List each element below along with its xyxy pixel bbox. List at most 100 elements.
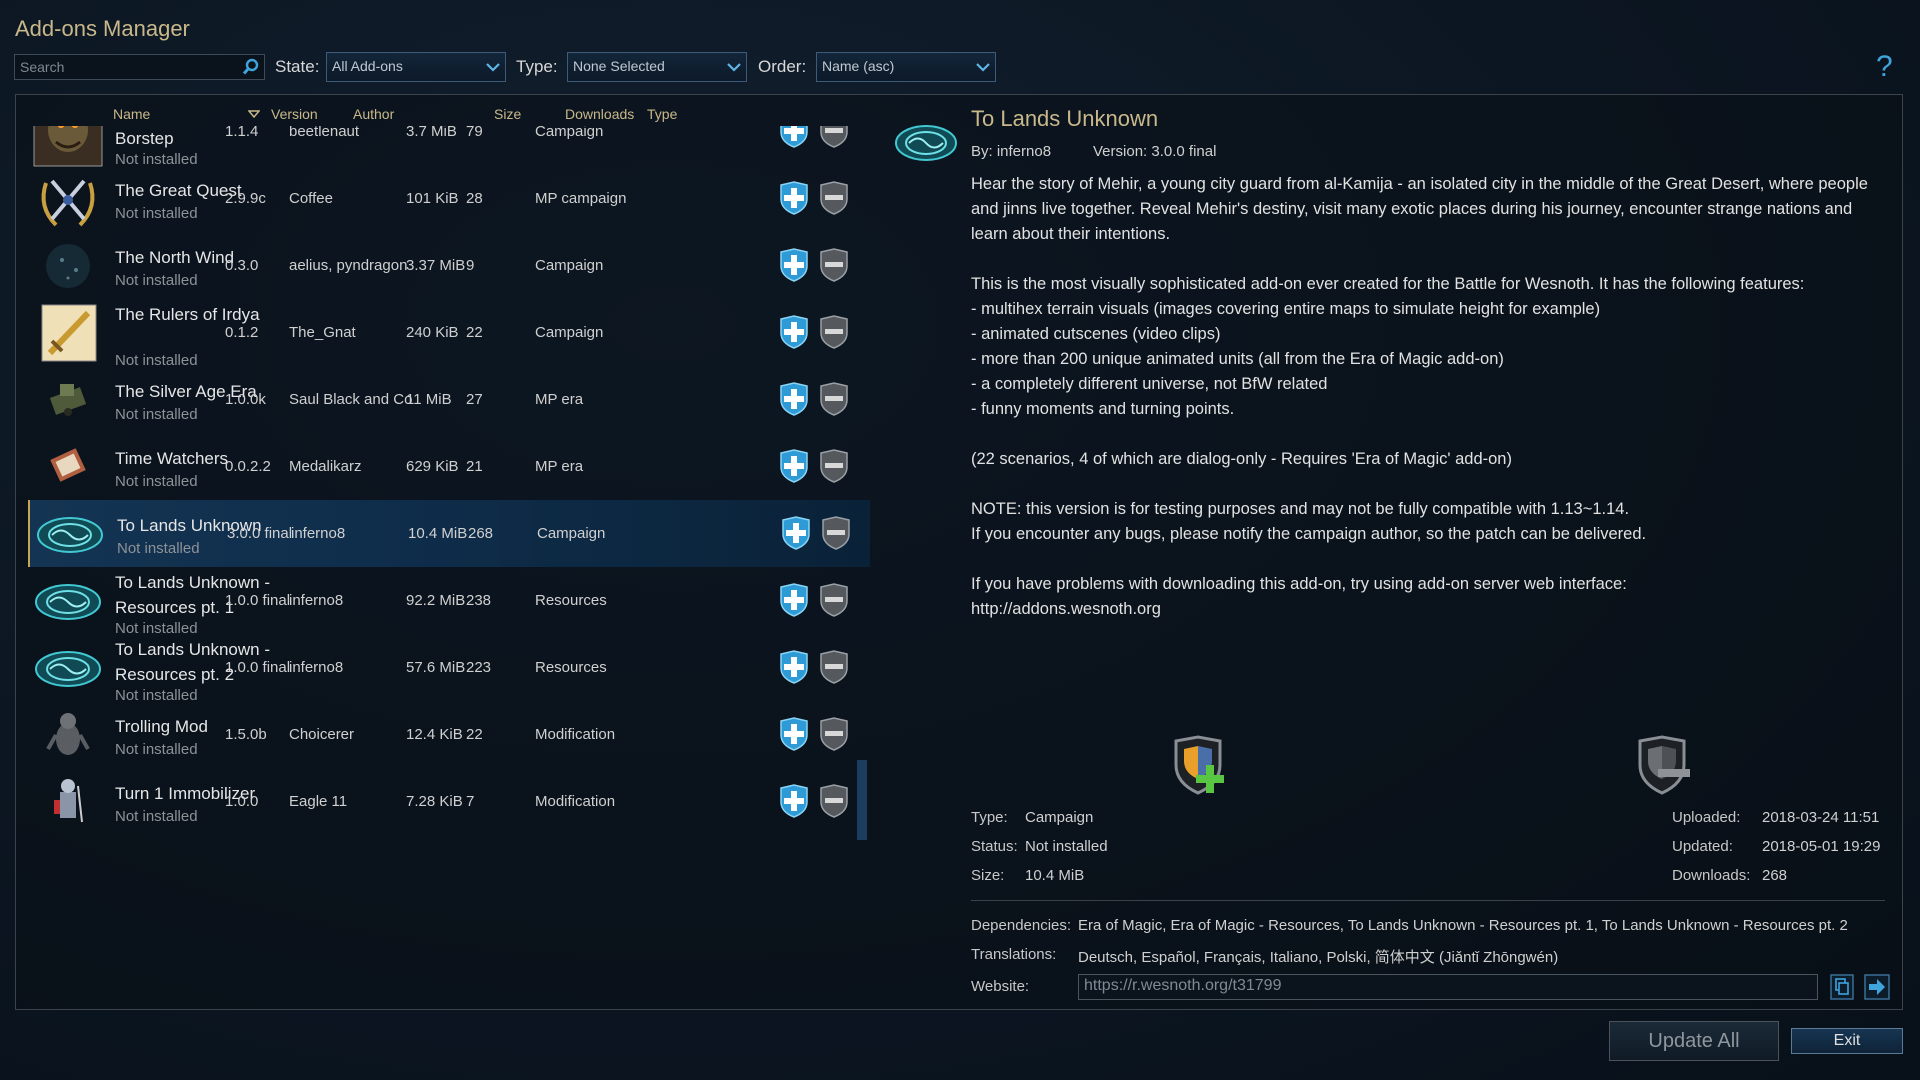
dependencies-value: Era of Magic, Era of Magic - Resources, … xyxy=(1078,917,1848,934)
description-line: http://addons.wesnoth.org xyxy=(971,600,1161,618)
install-button[interactable] xyxy=(779,181,809,215)
addon-row[interactable]: The Silver Age Era Not installed 1.0.0k Sau… xyxy=(28,366,870,433)
addon-row[interactable]: Time Watchers Not installed 0.0.2.2 Medalik… xyxy=(28,433,870,500)
addon-type: Modification xyxy=(535,726,616,743)
open-link-arrow-icon[interactable] xyxy=(1864,974,1890,1000)
addon-downloads: 28 xyxy=(466,190,483,207)
install-shield-button[interactable] xyxy=(1172,735,1228,797)
exit-button[interactable]: Exit xyxy=(1791,1028,1903,1054)
addon-author: inferno8 xyxy=(289,659,344,676)
addon-status: Not installed xyxy=(115,272,198,289)
addon-row[interactable]: The North Wind Not installed 0.3.0 aelius, … xyxy=(28,232,870,299)
uninstall-button[interactable] xyxy=(819,784,849,818)
addon-downloads: 268 xyxy=(468,525,494,542)
addon-row[interactable]: The Rulers of Irdya Not installed 0.1.2 The… xyxy=(28,299,870,369)
description-line xyxy=(971,247,1891,272)
description-line: This is the most visually sophisticated … xyxy=(971,275,1805,293)
search-input[interactable] xyxy=(15,55,235,79)
uninstall-button[interactable] xyxy=(819,126,849,148)
addon-row[interactable]: To Lands Unknown Not installed 3.0.0 final… xyxy=(28,500,870,567)
column-header-version[interactable]: Version xyxy=(271,106,318,122)
uninstall-button[interactable] xyxy=(819,382,849,416)
addon-author: aelius, pyndragon xyxy=(289,257,408,274)
book-unit-icon xyxy=(50,448,86,482)
list-scrollbar[interactable] xyxy=(857,760,867,840)
addon-author: Medalikarz xyxy=(289,458,362,475)
description-line: - multihex terrain visuals (images cover… xyxy=(971,300,1601,318)
uninstall-button[interactable] xyxy=(819,248,849,282)
type-meta-label: Type: xyxy=(971,809,1008,826)
state-dropdown[interactable]: All Add-ons xyxy=(326,52,506,82)
column-header-name[interactable]: Name xyxy=(113,106,150,122)
addon-author: Eagle 11 xyxy=(289,793,348,810)
addon-downloads: 27 xyxy=(466,391,483,408)
status-meta-value: Not installed xyxy=(1025,838,1108,855)
translations-label: Translations: xyxy=(971,946,1057,963)
addon-author: The_Gnat xyxy=(289,324,356,341)
description-line: NOTE: this version is for testing purpos… xyxy=(971,500,1630,518)
addon-size: 629 KiB xyxy=(406,458,459,475)
addon-version: 1.0.0 final xyxy=(225,592,291,609)
troll-unit-icon xyxy=(46,713,90,755)
install-button[interactable] xyxy=(779,126,809,148)
website-field[interactable]: https://r.wesnoth.org/t31799 xyxy=(1078,974,1818,1000)
addon-row[interactable]: The Great Quest Not installed 2.9.9c Coffee… xyxy=(28,165,870,232)
help-button[interactable]: ? xyxy=(1876,50,1898,84)
install-button[interactable] xyxy=(779,583,809,617)
uninstall-button[interactable] xyxy=(821,516,851,550)
details-description: Hear the story of Mehir, a young city gu… xyxy=(971,172,1891,622)
install-button[interactable] xyxy=(779,784,809,818)
addon-status: Not installed xyxy=(115,406,198,423)
details-author: By: inferno8 xyxy=(971,143,1052,160)
column-header-downloads[interactable]: Downloads xyxy=(565,106,634,122)
search-field[interactable] xyxy=(14,54,265,80)
addon-downloads: 21 xyxy=(466,458,483,475)
install-button[interactable] xyxy=(779,315,809,349)
addon-size: 240 KiB xyxy=(406,324,459,341)
install-button[interactable] xyxy=(779,382,809,416)
order-dropdown[interactable]: Name (asc) xyxy=(816,52,996,82)
install-button[interactable] xyxy=(779,717,809,751)
updated-meta-label: Updated: xyxy=(1672,838,1733,855)
addon-row[interactable]: Trolling Mod Not installed 1.5.0b Choicerer… xyxy=(28,701,870,768)
addon-version: 3.0.0 final xyxy=(227,525,293,542)
addon-size: 12.4 KiB xyxy=(406,726,463,743)
addon-type: Resources xyxy=(535,592,607,609)
addon-author: inferno8 xyxy=(289,592,344,609)
addon-size: 10.4 MiB xyxy=(408,525,468,542)
addon-version: 1.0.0k xyxy=(225,391,266,408)
addon-version: 2.9.9c xyxy=(225,190,266,207)
addon-list[interactable]: The Founding of BorstepNot installed1.1.… xyxy=(28,126,870,1000)
install-button[interactable] xyxy=(779,650,809,684)
addon-type: Campaign xyxy=(535,324,604,341)
uninstall-button[interactable] xyxy=(819,717,849,751)
install-button[interactable] xyxy=(779,449,809,483)
install-button[interactable] xyxy=(779,248,809,282)
copy-icon[interactable] xyxy=(1830,974,1854,1000)
cyan-rune-disc-icon xyxy=(35,584,101,620)
search-icon[interactable] xyxy=(242,58,260,76)
uninstall-button[interactable] xyxy=(819,315,849,349)
uninstall-button[interactable] xyxy=(819,181,849,215)
addon-downloads: 9 xyxy=(466,257,475,274)
addon-row[interactable]: The Founding of BorstepNot installed1.1.… xyxy=(28,126,870,168)
type-dropdown[interactable]: None Selected xyxy=(567,52,747,82)
addon-size: 92.2 MiB xyxy=(406,592,466,609)
uninstall-button[interactable] xyxy=(819,449,849,483)
remove-shield-button[interactable] xyxy=(1636,735,1692,797)
downloads-meta-value: 268 xyxy=(1762,867,1788,884)
column-header-author[interactable]: Author xyxy=(353,106,394,122)
install-button[interactable] xyxy=(781,516,811,550)
column-header-type[interactable]: Type xyxy=(647,106,677,122)
sort-arrow-icon[interactable] xyxy=(248,109,260,119)
addon-downloads: 22 xyxy=(466,324,483,341)
uninstall-button[interactable] xyxy=(819,583,849,617)
column-header-size[interactable]: Size xyxy=(494,106,521,122)
addon-row[interactable]: Turn 1 Immobilizer Not installed 1.0.0 Eagl… xyxy=(28,768,870,835)
update-all-button[interactable]: Update All xyxy=(1609,1021,1779,1061)
addon-row[interactable]: To Lands Unknown - Resources pt. 1 Not in… xyxy=(28,567,870,637)
addon-type: MP campaign xyxy=(535,190,627,207)
uninstall-button[interactable] xyxy=(819,650,849,684)
troll-portrait-icon xyxy=(33,126,103,167)
addon-row[interactable]: To Lands Unknown - Resources pt. 2 Not in… xyxy=(28,634,870,704)
